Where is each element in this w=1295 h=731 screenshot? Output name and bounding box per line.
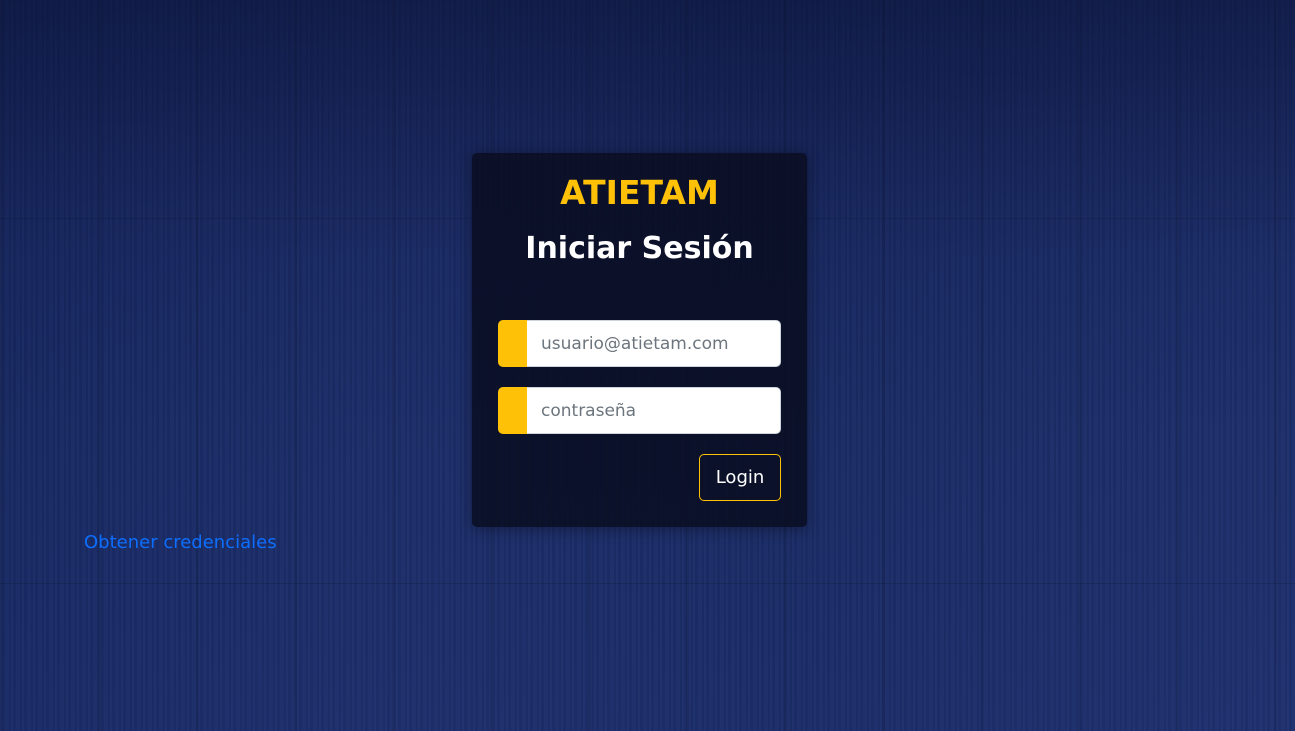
login-button[interactable]: Login — [699, 454, 781, 501]
password-field[interactable] — [527, 387, 781, 434]
brand-title: ATIETAM — [560, 173, 719, 212]
password-field-group — [498, 387, 781, 434]
email-field-addon — [498, 320, 527, 367]
email-field[interactable] — [527, 320, 781, 367]
page-title: Iniciar Sesión — [525, 231, 754, 266]
login-card: ATIETAM Iniciar Sesión Login — [472, 153, 807, 527]
wood-plank-seam — [0, 583, 1295, 584]
get-credentials-link[interactable]: Obtener credenciales — [84, 531, 277, 555]
password-field-addon — [498, 387, 527, 434]
email-field-group — [498, 320, 781, 367]
